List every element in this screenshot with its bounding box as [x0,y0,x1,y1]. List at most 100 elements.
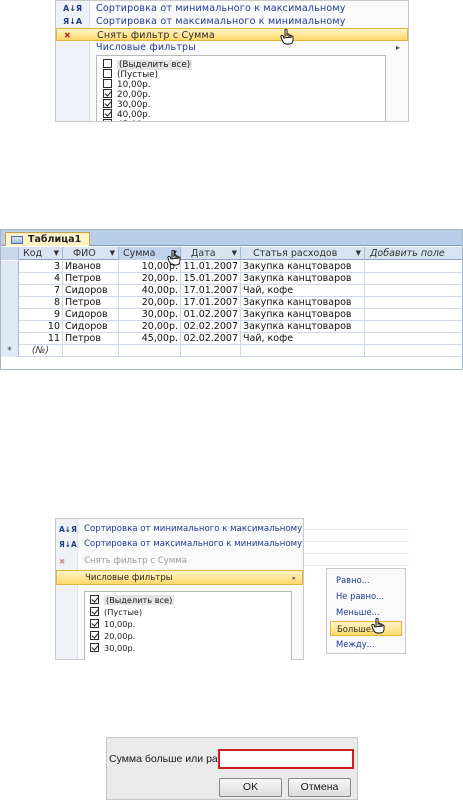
checkbox[interactable] [103,99,112,108]
dropdown-arrow-icon[interactable]: ▼ [110,247,115,260]
cell-summa[interactable] [119,345,181,357]
cell-fio[interactable]: Петров [63,333,119,345]
cell-statya[interactable]: Закупка канцтоваров [241,321,365,333]
value-checklist-item[interactable]: 40,00р. [103,109,151,120]
cell-fio[interactable] [63,345,119,357]
row-selector[interactable]: * [1,345,19,357]
row-selector[interactable] [1,273,19,285]
dropdown-arrow-icon[interactable]: ▼ [356,247,361,260]
cell-summa[interactable]: 45,00р. [119,333,181,345]
cell-statya[interactable] [241,345,365,357]
checkbox[interactable] [90,595,99,604]
cell-data[interactable] [181,345,241,357]
checkbox[interactable] [103,59,112,68]
value-checklist-item[interactable]: 20,00р. [90,631,135,642]
cell-statya[interactable]: Закупка канцтоваров [241,273,365,285]
column-header-add-field[interactable]: Добавить поле [365,247,462,260]
column-header-fio[interactable]: ФИО ▼ [63,247,119,260]
checkbox[interactable] [103,79,112,88]
sort-descending-item[interactable]: Я↓А Сортировка от максимального к минима… [56,537,303,552]
cell-add-field[interactable] [365,321,462,333]
cell-kod[interactable]: (№) [19,345,63,357]
cell-data[interactable]: 01.02.2007 [181,309,241,321]
cell-add-field[interactable] [365,261,462,273]
cell-data[interactable]: 11.01.2007 [181,261,241,273]
row-selector[interactable] [1,333,19,345]
cell-summa[interactable]: 40,00р. [119,285,181,297]
checkbox[interactable] [90,631,99,640]
number-filters-item[interactable]: Числовые фильтры ▸ [56,570,303,585]
checkbox[interactable] [103,119,112,121]
cell-data[interactable]: 02.02.2007 [181,321,241,333]
ok-button[interactable]: OK [219,778,282,797]
cell-fio[interactable]: Сидоров [63,285,119,297]
column-header-statya[interactable]: Статья расходов ▼ [241,247,365,260]
submenu-between[interactable]: Между... [330,637,402,652]
cell-summa[interactable]: 20,00р. [119,321,181,333]
sort-ascending-item[interactable]: А↓Я Сортировка от минимального к максима… [56,2,408,15]
cancel-button[interactable]: Отмена [288,778,351,797]
cell-add-field[interactable] [365,273,462,285]
value-checklist-item[interactable]: 10,00р. [103,79,151,90]
row-selector[interactable] [1,261,19,273]
column-header-kod[interactable]: Код ▼ [19,247,63,260]
submenu-not-equal[interactable]: Не равно... [330,589,402,604]
table-row[interactable]: 10 Сидоров 20,00р. 02.02.2007 Закупка канцто… [1,321,462,333]
value-checklist-item[interactable]: 30,00р. [103,99,151,110]
dropdown-arrow-icon[interactable]: ▼ [54,247,59,260]
cell-data[interactable]: 15.01.2007 [181,273,241,285]
new-record-row[interactable]: * (№) [1,345,462,357]
cell-statya[interactable]: Чай, кофе [241,285,365,297]
value-checklist-item[interactable]: 30,00р. [90,643,135,654]
table-row[interactable]: 3 Иванов 10,00р. 11.01.2007 Закупка канцтова… [1,261,462,273]
cell-summa[interactable]: 30,00р. [119,309,181,321]
value-checklist-item[interactable]: 20,00р. [103,89,151,100]
submenu-less[interactable]: Меньше... [330,605,402,620]
submenu-greater[interactable]: Больше... [330,621,402,636]
value-checklist-item[interactable]: (Выделить все) [90,595,175,606]
select-all-corner[interactable] [1,247,19,260]
checkbox[interactable] [103,109,112,118]
checkbox[interactable] [90,607,99,616]
table-row[interactable]: 7 Сидоров 40,00р. 17.01.2007 Чай, кофе [1,285,462,297]
cell-data[interactable]: 02.02.2007 [181,333,241,345]
cell-fio[interactable]: Иванов [63,261,119,273]
table-row[interactable]: 8 Петров 20,00р. 17.01.2007 Закупка канцтова… [1,297,462,309]
sort-descending-item[interactable]: Я↓А Сортировка от максимального к минима… [56,15,408,28]
dropdown-arrow-icon[interactable]: ▼ [232,247,237,260]
checkbox[interactable] [90,643,99,652]
clear-filter-item[interactable]: ✖ Снять фильтр с Сумма [56,28,408,41]
cell-data[interactable]: 17.01.2007 [181,297,241,309]
checkbox[interactable] [103,69,112,78]
cell-statya[interactable]: Чай, кофе [241,333,365,345]
checkbox[interactable] [103,89,112,98]
cell-kod[interactable]: 10 [19,321,63,333]
cell-add-field[interactable] [365,333,462,345]
submenu-equal[interactable]: Равно... [330,573,402,588]
value-checklist-item[interactable]: 45,00р. [103,119,151,121]
cell-statya[interactable]: Закупка канцтоваров [241,309,365,321]
value-checklist-item[interactable]: 10,00р. [90,619,135,630]
value-checklist[interactable]: (Выделить все) (Пустые) 10,00р. 20,00р. 30,0… [96,55,386,121]
checkbox[interactable] [90,619,99,628]
cell-data[interactable]: 17.01.2007 [181,285,241,297]
cell-kod[interactable]: 7 [19,285,63,297]
value-checklist-item[interactable]: (Пустые) [103,69,158,80]
tab-table1[interactable]: Таблица1 [5,232,91,246]
column-header-data[interactable]: Дата ▼ [181,247,241,260]
value-checklist-item[interactable]: (Пустые) [90,607,142,618]
cell-summa[interactable]: 20,00р. [119,297,181,309]
row-selector[interactable] [1,285,19,297]
cell-summa[interactable]: 10,00р. [119,261,181,273]
cell-fio[interactable]: Петров [63,273,119,285]
cell-fio[interactable]: Сидоров [63,309,119,321]
number-filters-item[interactable]: Числовые фильтры ▸ [56,41,408,54]
cell-statya[interactable]: Закупка канцтоваров [241,297,365,309]
value-checklist[interactable]: (Выделить все) (Пустые) 10,00р. 20,00р. 30,0… [84,591,292,660]
cell-kod[interactable]: 3 [19,261,63,273]
cell-statya[interactable]: Закупка канцтоваров [241,261,365,273]
cell-fio[interactable]: Сидоров [63,321,119,333]
row-selector[interactable] [1,309,19,321]
value-checklist-item[interactable]: (Выделить все) [103,59,193,70]
table-row[interactable]: 9 Сидоров 30,00р. 01.02.2007 Закупка канцтов… [1,309,462,321]
